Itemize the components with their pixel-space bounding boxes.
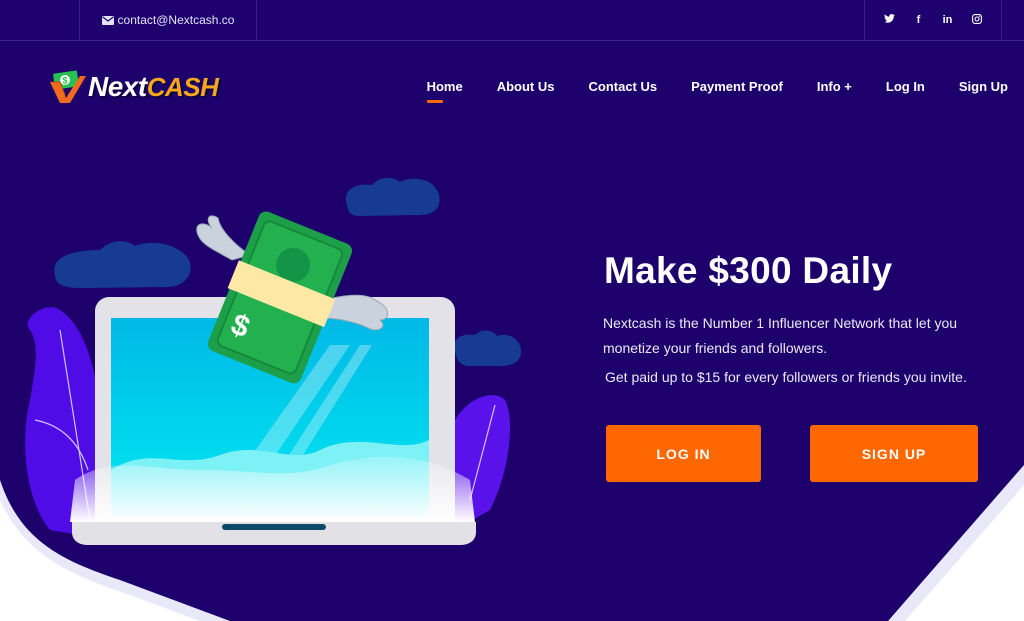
nav-log-in[interactable]: Log In [886, 79, 925, 94]
hero-title: Make $300 Daily [604, 250, 893, 291]
nav-home[interactable]: Home [426, 79, 463, 103]
twitter-icon[interactable] [884, 14, 896, 26]
envelope-icon [101, 15, 114, 25]
instagram-icon[interactable] [971, 13, 983, 27]
contact-email-text: contact@Nextcash.co [117, 13, 235, 27]
signup-button[interactable]: SIGN UP [810, 425, 978, 482]
social-links: f in [864, 0, 1002, 40]
nav-contact-us[interactable]: Contact Us [588, 79, 657, 94]
login-button[interactable]: LOG IN [606, 425, 761, 482]
nav-payment-proof[interactable]: Payment Proof [691, 79, 783, 94]
top-bar: contact@Nextcash.co f in [0, 0, 1024, 41]
hero-subdescription: Get paid up to $15 for every followers o… [605, 369, 967, 385]
linkedin-icon[interactable]: in [942, 14, 954, 26]
contact-email[interactable]: contact@Nextcash.co [79, 0, 257, 40]
svg-text:$: $ [62, 76, 67, 86]
hero-illustration: $ [25, 177, 522, 545]
hero-description: Nextcash is the Number 1 Influencer Netw… [603, 315, 958, 356]
nav-info[interactable]: Info + [817, 79, 852, 94]
nav-about-us[interactable]: About Us [497, 79, 555, 94]
logo-money-icon: $ [50, 70, 86, 103]
nav-sign-up[interactable]: Sign Up [959, 79, 1008, 94]
logo[interactable]: $ NextCASH [50, 70, 219, 104]
logo-wordmark: NextCASH [88, 71, 219, 102]
facebook-icon[interactable]: f [913, 14, 925, 26]
main-nav: Home About Us Contact Us Payment Proof I… [393, 79, 1008, 103]
